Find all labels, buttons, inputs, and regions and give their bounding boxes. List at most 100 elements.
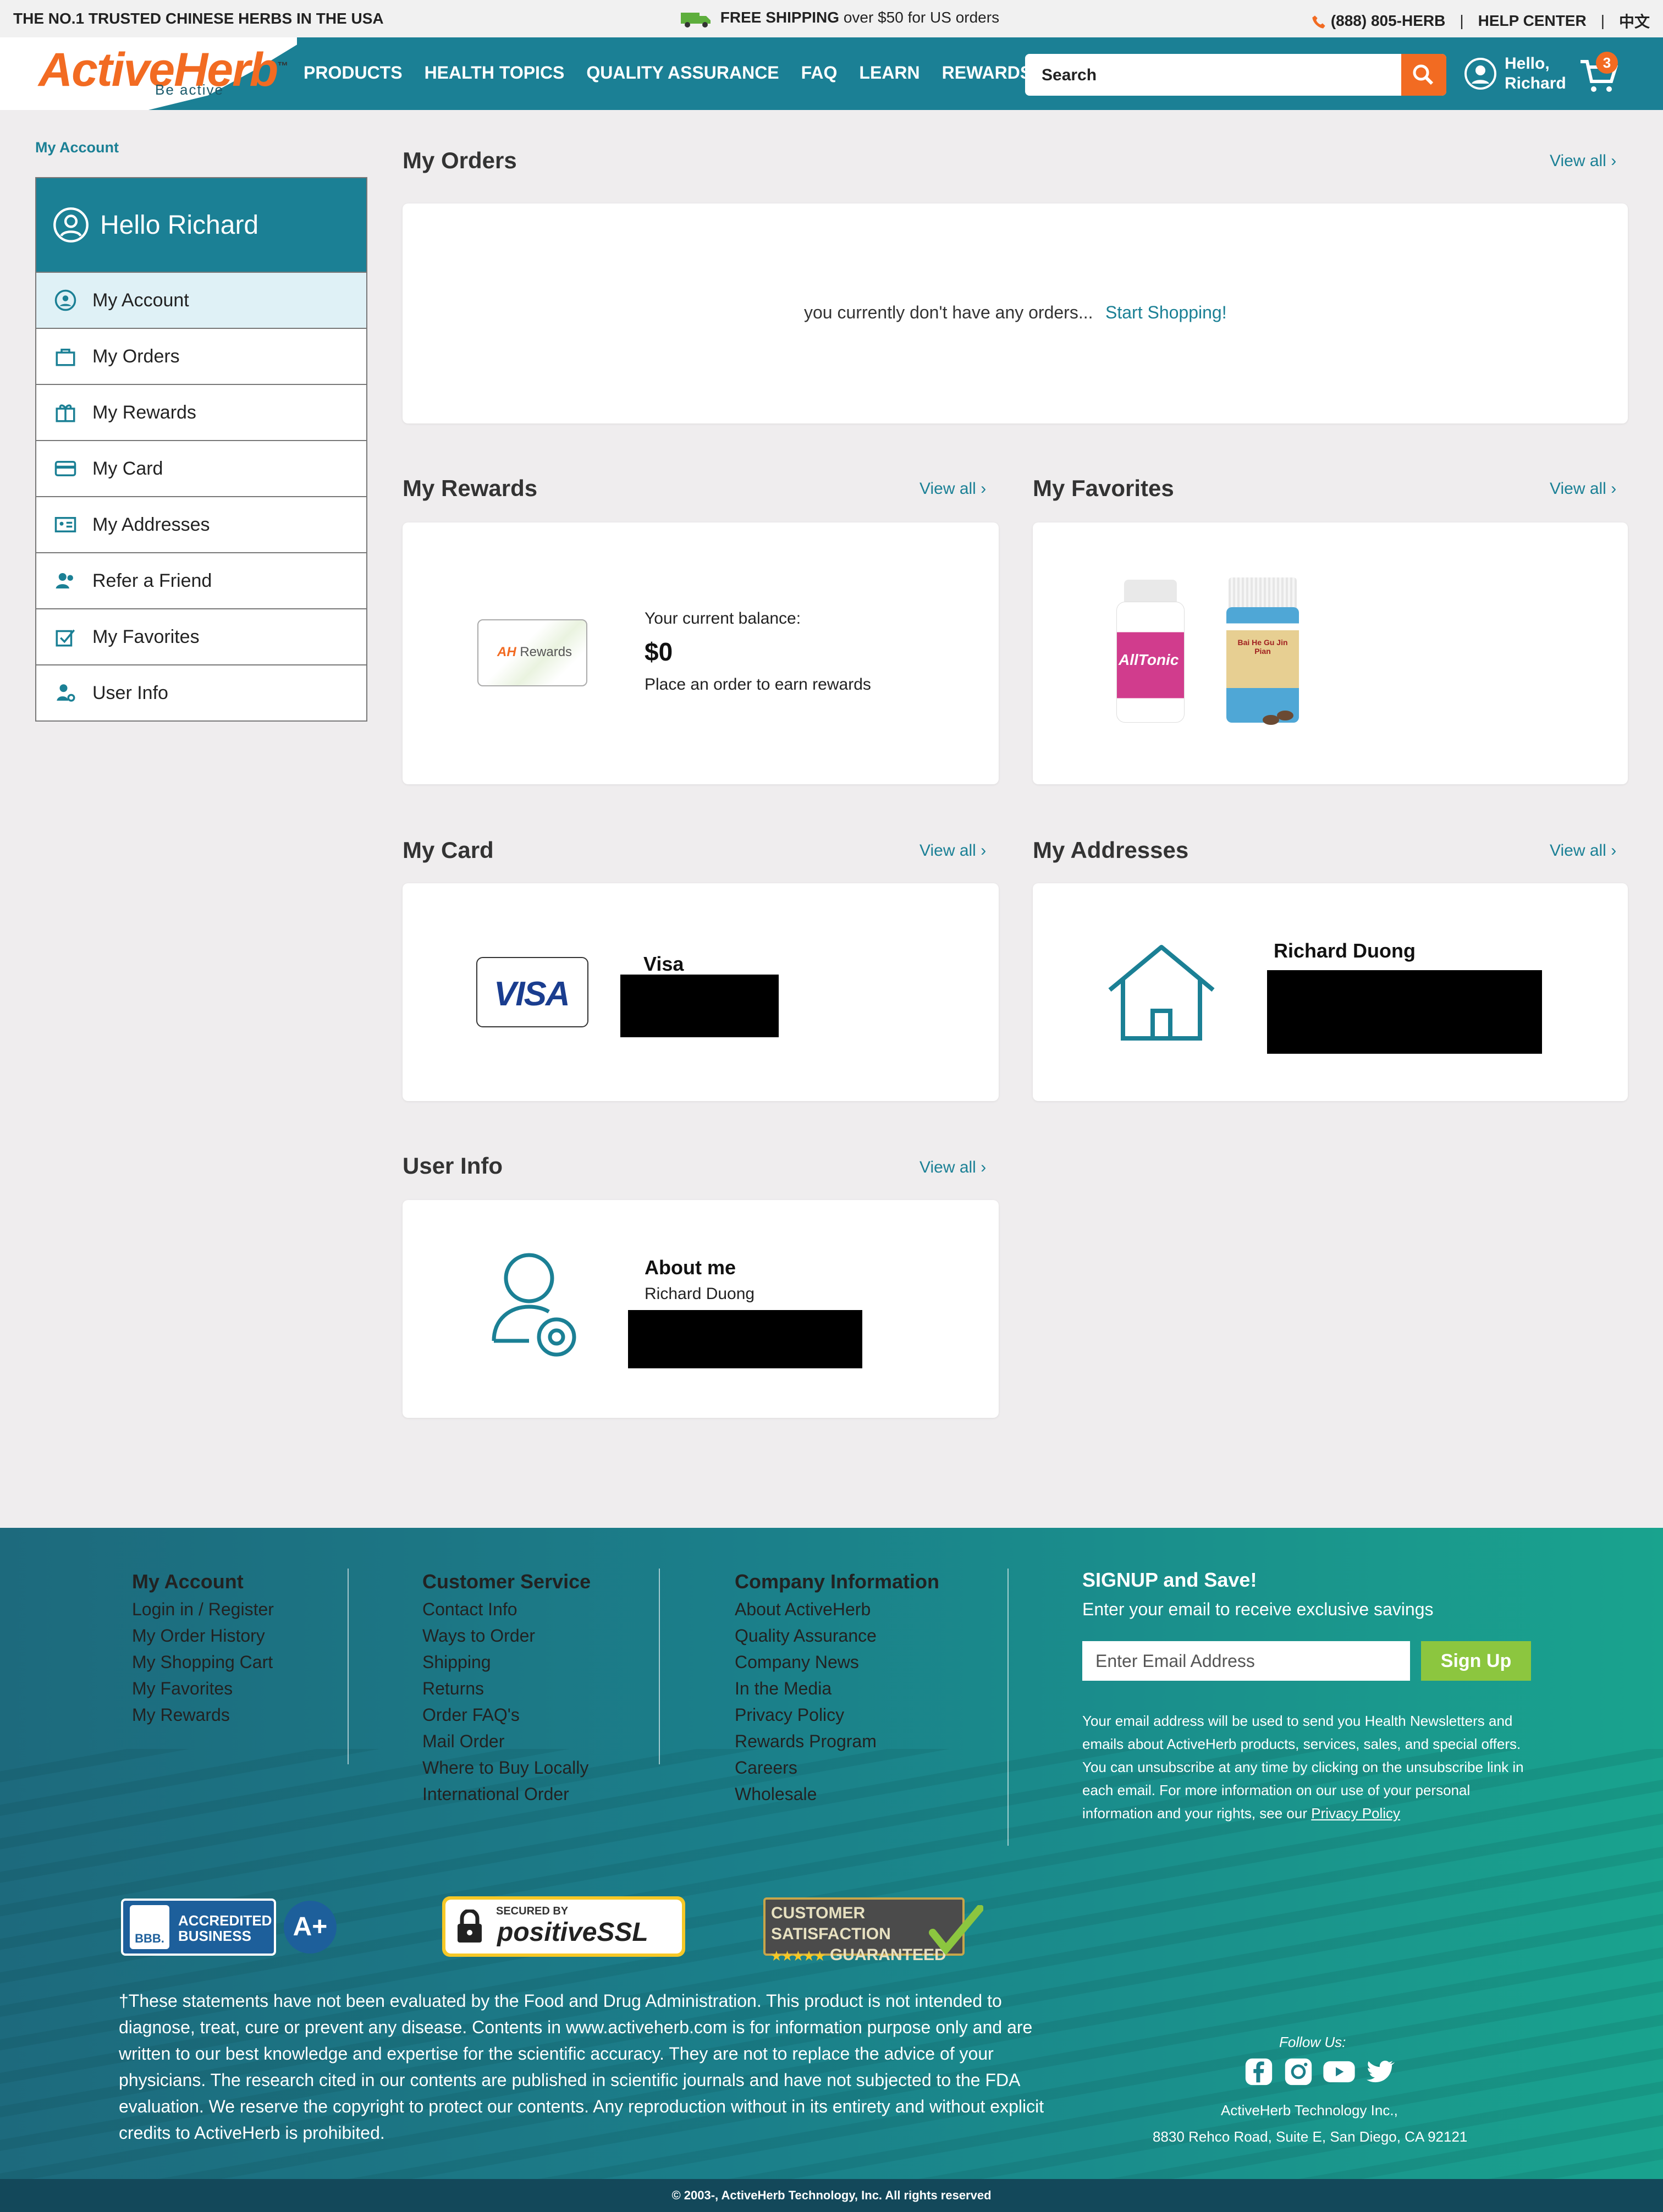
footer-link[interactable]: Login in / Register: [132, 1596, 274, 1622]
logo-tm: ™: [277, 60, 288, 73]
user-account-link[interactable]: Hello, Richard: [1464, 54, 1566, 93]
footer-link[interactable]: Privacy Policy: [735, 1702, 939, 1728]
footer-link[interactable]: About ActiveHerb: [735, 1596, 939, 1622]
privacy-notice: Your email address will be used to send …: [1082, 1709, 1531, 1825]
nav-quality-assurance[interactable]: QUALITY ASSURANCE: [586, 63, 779, 83]
start-shopping-link[interactable]: Start Shopping!: [1105, 302, 1227, 323]
signup-title: SIGNUP and Save!: [1082, 1569, 1257, 1591]
nav-products[interactable]: PRODUCTS: [304, 63, 403, 83]
sidebar-item-my-addresses[interactable]: My Addresses: [36, 496, 366, 552]
nav-faq[interactable]: FAQ: [801, 63, 838, 83]
rewards-card-image: AH Rewards: [477, 619, 587, 686]
account-circle-icon: [54, 289, 76, 311]
sidebar-item-label: My Rewards: [92, 401, 196, 423]
footer-link[interactable]: Where to Buy Locally: [422, 1754, 591, 1781]
chevron-right-icon: ›: [1611, 152, 1617, 170]
nav-learn[interactable]: LEARN: [859, 63, 919, 83]
footer-link[interactable]: My Rewards: [132, 1702, 274, 1728]
sidebar-item-my-card[interactable]: My Card: [36, 440, 366, 496]
sidebar-item-my-favorites[interactable]: My Favorites: [36, 608, 366, 664]
addresses-view-all[interactable]: View all ›: [1550, 841, 1616, 860]
chevron-right-icon: ›: [981, 1158, 987, 1176]
chevron-right-icon: ›: [1611, 480, 1617, 498]
positivessl-badge[interactable]: SECURED BY positiveSSL: [442, 1896, 685, 1957]
card-view-all[interactable]: View all ›: [919, 841, 986, 860]
rewards-title: My Rewards: [403, 475, 538, 501]
footer-link[interactable]: Ways to Order: [422, 1622, 591, 1649]
language-link[interactable]: 中文: [1619, 10, 1650, 32]
footer-link[interactable]: My Favorites: [132, 1675, 274, 1702]
footer-link[interactable]: Company News: [735, 1649, 939, 1675]
footer-link[interactable]: My Order History: [132, 1622, 274, 1649]
footer-link[interactable]: Careers: [735, 1754, 939, 1781]
footer-link[interactable]: In the Media: [735, 1675, 939, 1702]
email-input[interactable]: Enter Email Address: [1082, 1641, 1410, 1681]
signup-button[interactable]: Sign Up: [1421, 1641, 1531, 1681]
footer-link[interactable]: My Shopping Cart: [132, 1649, 274, 1675]
card-brand: Visa: [643, 953, 684, 975]
follow-us-label: Follow Us:: [1279, 2034, 1346, 2050]
gift-icon: [56, 404, 75, 422]
bbb-rating: A+: [284, 1901, 337, 1954]
chevron-right-icon: ›: [981, 841, 987, 860]
nav-rewards[interactable]: REWARDS: [942, 63, 1032, 83]
instagram-icon[interactable]: [1282, 2056, 1314, 2088]
social-links: [1243, 2056, 1396, 2088]
addresses-title: My Addresses: [1033, 837, 1189, 863]
userinfo-view-all[interactable]: View all ›: [919, 1158, 986, 1177]
tagline: THE NO.1 TRUSTED CHINESE HERBS IN THE US…: [13, 10, 384, 27]
signup-subtitle: Enter your email to receive exclusive sa…: [1082, 1599, 1434, 1619]
product-label: Bai He Gu Jin Pian: [1237, 638, 1288, 656]
addresses-card: Richard Duong: [1033, 883, 1628, 1101]
sidebar-item-my-account[interactable]: My Account: [36, 272, 366, 328]
footer-link[interactable]: Order FAQ's: [422, 1702, 591, 1728]
search-input[interactable]: Search: [1025, 54, 1446, 96]
rewards-view-all[interactable]: View all ›: [919, 480, 986, 498]
footer-link[interactable]: Wholesale: [735, 1781, 939, 1807]
ssl-top-text: SECURED BY: [496, 1905, 569, 1917]
cart-count-badge: 3: [1596, 52, 1618, 74]
twitter-icon[interactable]: [1364, 2056, 1396, 2088]
search-button[interactable]: [1401, 54, 1446, 96]
nav-health-topics[interactable]: HEALTH TOPICS: [425, 63, 565, 83]
footer-link[interactable]: Quality Assurance: [735, 1622, 939, 1649]
breadcrumb[interactable]: My Account: [35, 139, 119, 156]
favorite-product-alltonic[interactable]: AllTonic: [1111, 580, 1190, 725]
help-center-link[interactable]: HELP CENTER: [1478, 12, 1587, 30]
sidebar-item-my-rewards[interactable]: My Rewards: [36, 384, 366, 440]
balance-value: $0: [645, 637, 673, 666]
phone-link[interactable]: (888) 805-HERB: [1311, 12, 1445, 30]
favorite-product-bai-he[interactable]: Bai He Gu Jin Pian: [1223, 577, 1302, 726]
shopping-bag-icon: [56, 349, 75, 366]
bbb-badge[interactable]: BBB. ACCREDITED BUSINESS A+: [121, 1899, 337, 1956]
sidebar-header: Hello Richard: [36, 178, 366, 272]
nav-menu: PRODUCTS HEALTH TOPICS QUALITY ASSURANCE…: [304, 63, 1032, 83]
separator: |: [1600, 12, 1605, 29]
footer-link[interactable]: Shipping: [422, 1649, 591, 1675]
sidebar-item-user-info[interactable]: User Info: [36, 664, 366, 720]
sidebar-item-refer-a-friend[interactable]: Refer a Friend: [36, 552, 366, 608]
footer-link[interactable]: Returns: [422, 1675, 591, 1702]
footer-link[interactable]: Mail Order: [422, 1728, 591, 1754]
satisfaction-badge[interactable]: CUSTOMER SATISFACTION ★★★★★ GUARANTEED: [763, 1897, 983, 1964]
orders-card: you currently don't have any orders... S…: [403, 203, 1628, 423]
footer-divider: [659, 1569, 660, 1764]
youtube-icon[interactable]: [1322, 2056, 1356, 2088]
checkbox-checked-icon: [56, 629, 75, 647]
card-title: My Card: [403, 837, 494, 863]
privacy-text: Your email address will be used to send …: [1082, 1713, 1524, 1822]
sidebar-item-my-orders[interactable]: My Orders: [36, 328, 366, 384]
users-icon: [56, 573, 73, 588]
footer-link[interactable]: Contact Info: [422, 1596, 591, 1622]
favorites-view-all[interactable]: View all ›: [1550, 480, 1616, 498]
company-address: 8830 Rehco Road, Suite E, San Diego, CA …: [1153, 2128, 1468, 2145]
orders-view-all[interactable]: View all ›: [1550, 152, 1616, 170]
footer-link[interactable]: International Order: [422, 1781, 591, 1807]
address-name: Richard Duong: [1274, 939, 1416, 962]
footer-link[interactable]: Rewards Program: [735, 1728, 939, 1754]
redacted-card-number: [620, 975, 779, 1037]
privacy-policy-link[interactable]: Privacy Policy: [1311, 1805, 1400, 1822]
facebook-icon[interactable]: [1243, 2056, 1275, 2088]
favorites-card: AllTonic Bai He Gu Jin Pian: [1033, 522, 1628, 784]
sidebar-item-label: My Account: [92, 289, 189, 311]
